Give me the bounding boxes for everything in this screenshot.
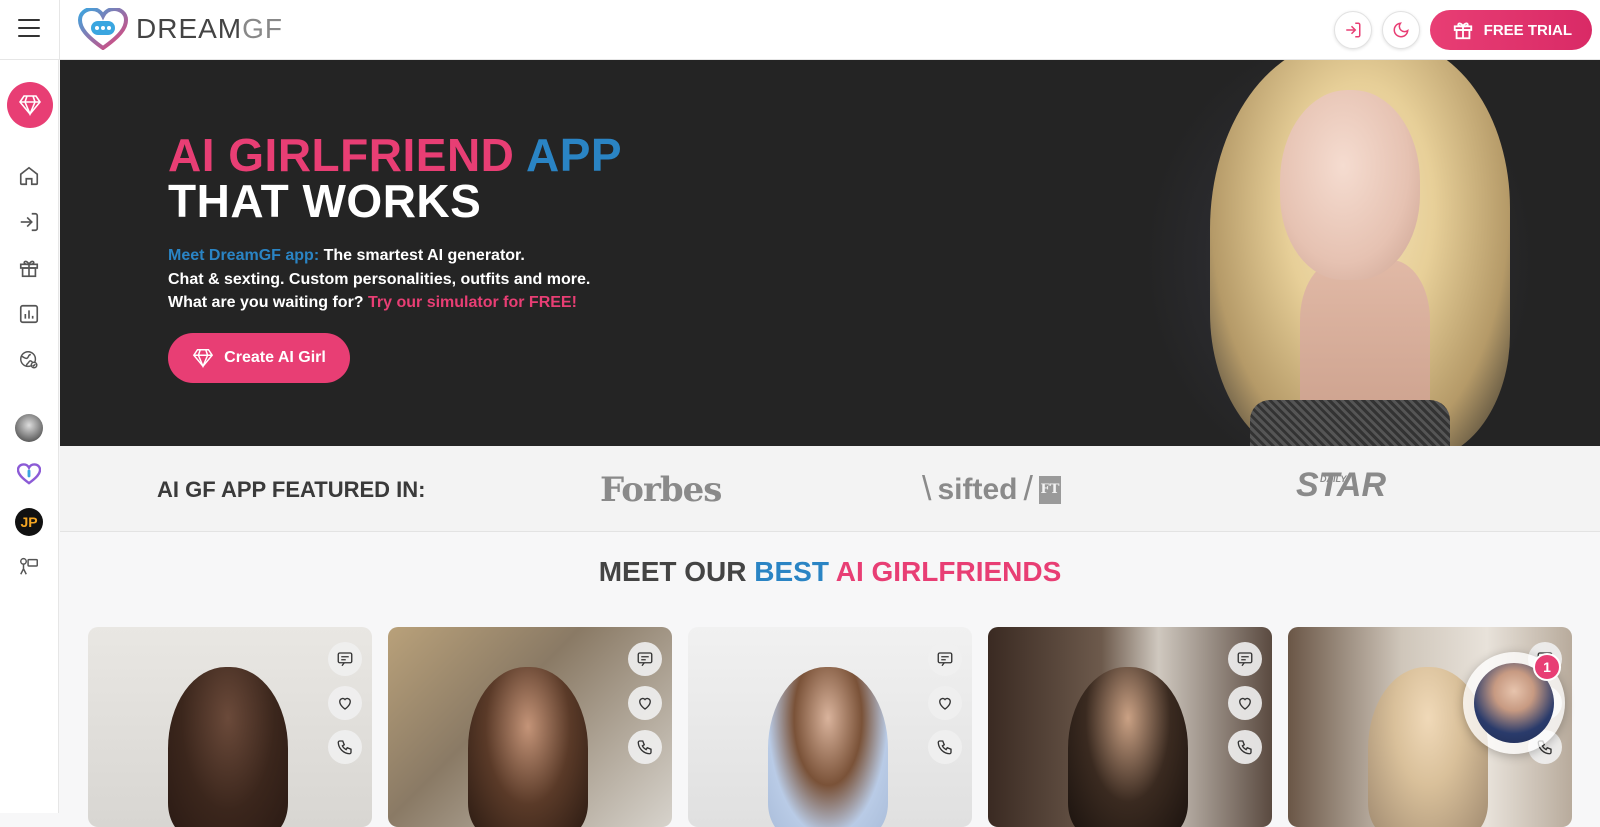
sidebar-item-login[interactable] [17,210,41,234]
hero-description: Meet DreamGF app: The smartest AI genera… [168,247,591,311]
sidebar-item-jp[interactable]: JP [15,508,43,536]
divider [59,0,60,60]
chart-icon [19,304,39,324]
sifted-logo[interactable]: \ sifted / FT [922,470,1061,509]
chat-button[interactable] [1228,642,1262,676]
gem-icon [193,348,214,368]
chat-icon [1237,652,1253,667]
featured-in-strip: AI GF APP FEATURED IN: Forbes \ sifted /… [60,446,1600,532]
hero-title: AI GIRLFRIEND APP THAT WORKS [168,129,623,227]
hero-banner: AI GIRLFRIEND APP THAT WORKS Meet DreamG… [60,60,1600,446]
gift-icon [19,260,39,278]
free-trial-button[interactable]: FREE TRIAL [1429,10,1592,50]
forbes-logo[interactable]: Forbes [600,470,722,510]
login-icon [20,212,39,232]
logo-text: DREAMGF [136,13,284,44]
login-button[interactable] [1333,11,1372,49]
phone-icon [937,740,952,755]
phone-icon [637,740,652,755]
jp-icon: JP [20,514,38,530]
chat-button[interactable] [328,642,362,676]
notification-badge: 1 [1533,653,1561,681]
heart-logo-icon [78,8,128,50]
phone-icon [337,740,352,755]
section-title: MEET OUR BEST AI GIRLFRIENDS [598,556,1062,587]
like-button[interactable] [1228,686,1262,720]
top-bar: DREAMGF FREE TRIAL [0,0,1600,60]
sidebar-item-explore[interactable] [17,348,41,372]
sidebar-item-stats[interactable] [17,302,41,326]
sidebar-item-premium[interactable] [7,82,53,128]
heart-logo-icon [17,463,41,485]
gem-icon [19,95,41,117]
sidebar-item-camera[interactable] [17,554,41,578]
sidebar-item-home[interactable] [17,164,41,188]
heart-icon [939,697,951,710]
like-button[interactable] [328,686,362,720]
free-trial-label: FREE TRIAL [1483,21,1572,39]
dark-mode-toggle[interactable] [1381,11,1420,49]
sidebar: JP [0,60,59,813]
girlfriend-card[interactable] [388,627,672,827]
girlfriend-card[interactable] [688,627,972,827]
call-button[interactable] [1228,730,1262,764]
login-icon [1345,22,1361,38]
like-button[interactable] [628,686,662,720]
logo[interactable]: DREAMGF [78,8,283,50]
daily-star-logo[interactable]: DAILY STAR [1296,466,1386,504]
chat-icon [637,652,653,667]
like-button[interactable] [928,686,962,720]
camera-icon [20,557,38,575]
phone-icon [1237,740,1252,755]
call-button[interactable] [628,730,662,764]
moon-icon [1393,22,1409,38]
create-ai-girl-label: Create AI Girl [224,348,326,366]
heart-icon [639,697,651,710]
chat-icon [337,652,353,667]
gift-icon [1453,22,1472,40]
call-button[interactable] [328,730,362,764]
call-button[interactable] [928,730,962,764]
heart-icon [339,697,351,710]
menu-icon[interactable] [18,19,40,37]
sidebar-item-avatar-girl[interactable] [15,414,43,442]
girlfriend-card[interactable] [988,627,1272,827]
chat-button[interactable] [628,642,662,676]
heart-icon [1239,697,1251,710]
home-icon [19,166,39,186]
featured-label: AI GF APP FEATURED IN: [157,477,426,502]
create-ai-girl-button[interactable]: Create AI Girl [168,332,350,383]
chat-icon [937,652,953,667]
hero-image [780,60,1600,446]
sidebar-item-dreamgf[interactable] [17,462,41,486]
chat-button[interactable] [928,642,962,676]
globe-icon [20,351,38,369]
sidebar-item-gifts[interactable] [17,256,41,280]
girlfriend-card[interactable] [88,627,372,827]
